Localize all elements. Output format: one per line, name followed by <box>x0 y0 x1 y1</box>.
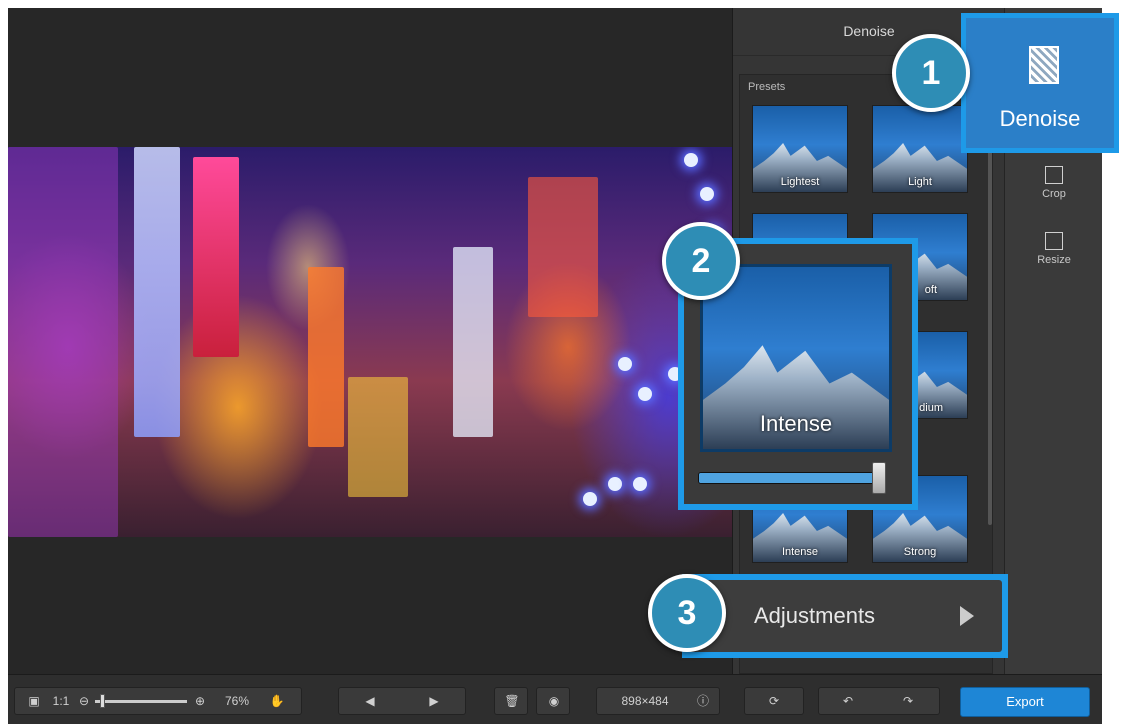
crop-tool[interactable]: Crop <box>1005 166 1102 200</box>
preview-button[interactable]: ◉ <box>536 687 570 715</box>
zoom-slider[interactable] <box>95 688 187 714</box>
rotate-icon: ⟳ <box>768 694 780 708</box>
intense-preset-thumbnail[interactable]: Intense <box>700 264 892 452</box>
denoise-tool-label: Denoise <box>999 106 1081 131</box>
resize-tool[interactable]: Resize <box>1005 232 1102 266</box>
step-badge-1: 1 <box>892 34 970 112</box>
export-button[interactable]: Export <box>960 687 1090 717</box>
preset-label: Light <box>908 176 932 188</box>
zoom-percent: 76% <box>224 694 250 708</box>
fit-screen-icon[interactable]: ▣ <box>23 688 45 714</box>
chevron-right-icon <box>960 606 974 626</box>
next-icon[interactable]: ▶ <box>421 688 447 714</box>
photo-preview[interactable] <box>8 147 732 537</box>
undo-icon[interactable]: ↶ <box>835 688 861 714</box>
intense-preset-label: Intense <box>759 411 833 436</box>
zoom-slider-handle[interactable] <box>100 694 106 708</box>
eye-icon: ◉ <box>548 694 560 708</box>
preset-label: Strong <box>903 546 937 558</box>
delete-button[interactable]: 🗑 <box>494 687 528 715</box>
denoise-tool[interactable]: Denoise <box>966 18 1114 148</box>
crop-label: Crop <box>1042 188 1066 200</box>
actual-size-button[interactable]: 1:1 <box>49 688 73 714</box>
redo-icon[interactable]: ↷ <box>895 688 921 714</box>
preset-label: Intense <box>781 546 819 558</box>
preset-label: Lightest <box>780 176 820 188</box>
crop-icon <box>1045 166 1063 184</box>
adjustments-highlight[interactable]: Adjustments <box>682 574 1008 658</box>
image-info: 898×484 ⓘ <box>596 687 720 715</box>
presets-label: Presets <box>748 81 786 93</box>
denoise-strength-slider[interactable] <box>698 472 886 484</box>
resize-icon <box>1045 232 1063 250</box>
step-badge-2: 2 <box>662 222 740 300</box>
history-controls: ↶ ↷ <box>818 687 940 715</box>
preset-light[interactable]: Light <box>872 105 968 193</box>
zoom-out-icon[interactable]: ⊖ <box>75 688 93 714</box>
step-badge-3: 3 <box>648 574 726 652</box>
navigation-controls: ◀ ▶ <box>338 687 466 715</box>
zoom-in-icon[interactable]: ⊕ <box>191 688 209 714</box>
bottom-toolbar: ▣ 1:1 ⊖ ⊕ 76% ✋ ◀ ▶ 🗑 ◉ 898×484 ⓘ ⟳ ↶ ↷ … <box>8 674 1102 724</box>
denoise-tool-highlight[interactable]: Denoise <box>961 13 1119 153</box>
image-canvas[interactable] <box>8 8 732 674</box>
resize-label: Resize <box>1037 254 1071 266</box>
adjustments-label: Adjustments <box>754 603 876 628</box>
hand-icon[interactable]: ✋ <box>265 688 289 714</box>
zoom-controls: ▣ 1:1 ⊖ ⊕ 76% ✋ <box>14 687 302 715</box>
adjustments-button[interactable]: Adjustments <box>688 580 1002 652</box>
rotate-button[interactable]: ⟳ <box>744 687 804 715</box>
presets-scrollbar[interactable] <box>988 115 992 525</box>
denoise-icon <box>1029 46 1059 84</box>
slider-fill <box>699 473 885 483</box>
image-size: 898×484 <box>621 694 669 708</box>
preset-lightest[interactable]: Lightest <box>752 105 848 193</box>
trash-icon: 🗑 <box>504 694 520 708</box>
previous-icon[interactable]: ◀ <box>357 688 383 714</box>
slider-handle[interactable] <box>872 462 886 494</box>
info-icon[interactable]: ⓘ <box>691 688 715 714</box>
